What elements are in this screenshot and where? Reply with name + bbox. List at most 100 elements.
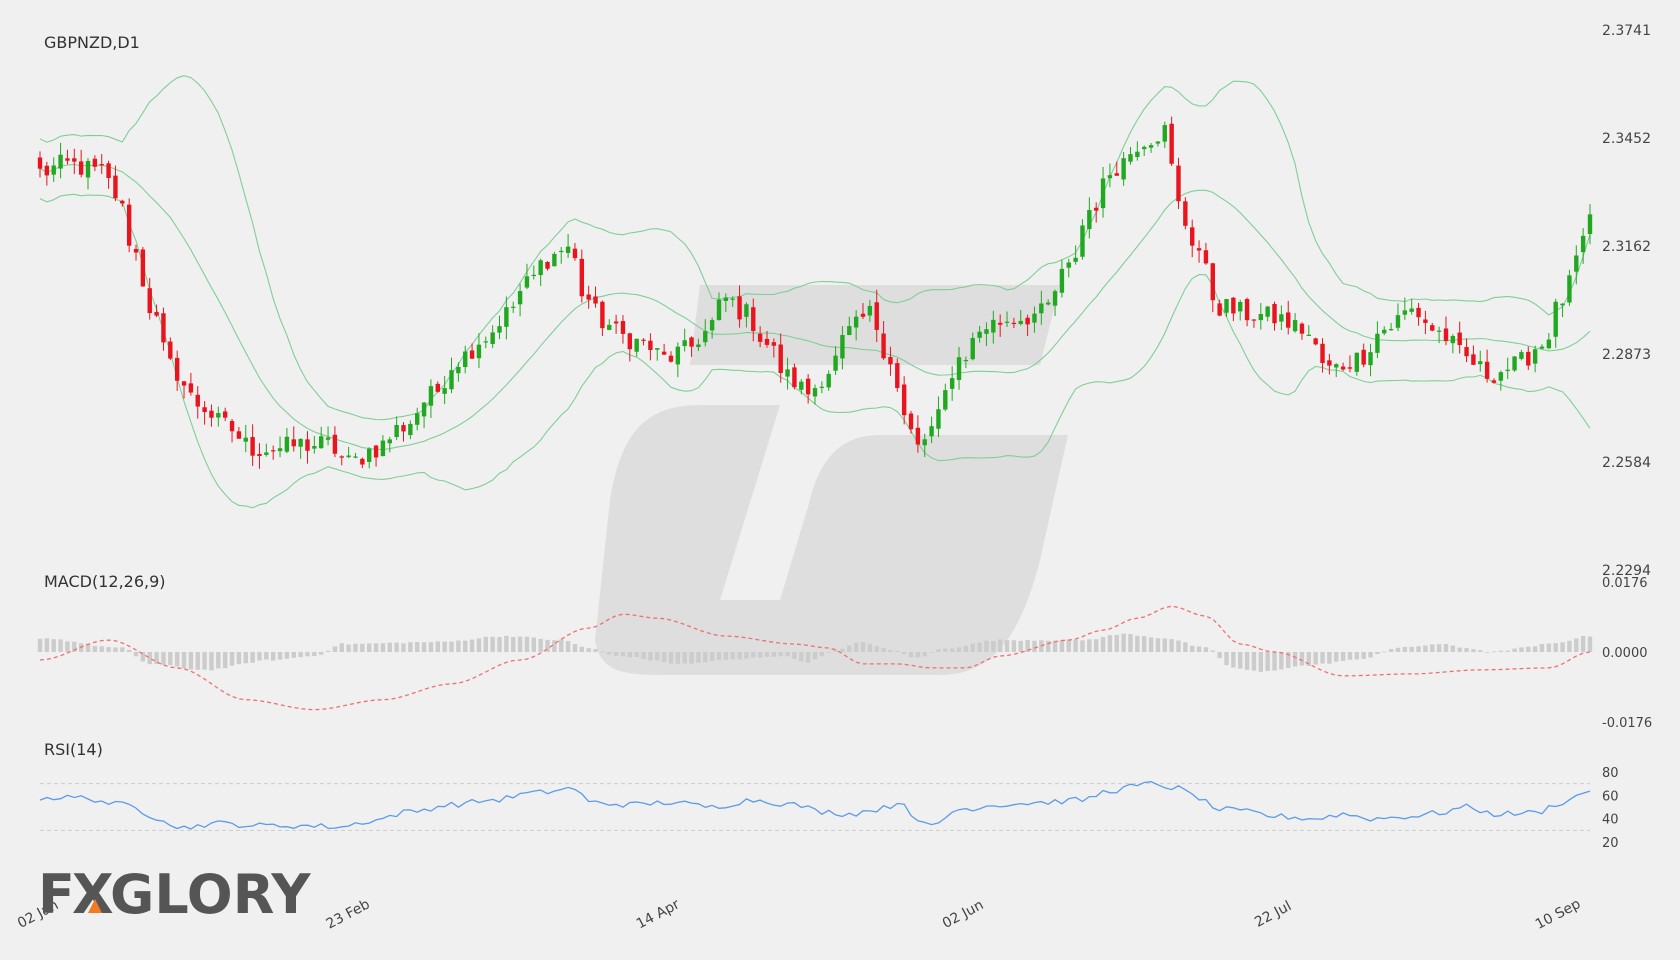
- candle: [202, 401, 207, 425]
- candle-body: [1382, 329, 1387, 334]
- candle: [250, 424, 255, 467]
- candle-body: [627, 333, 633, 350]
- candle: [799, 379, 804, 395]
- candle: [682, 328, 687, 352]
- candle: [1244, 297, 1250, 327]
- macd-histogram-bar: [524, 636, 530, 652]
- candle-body: [1148, 145, 1154, 148]
- candle: [1059, 259, 1065, 298]
- macd-histogram-bar: [408, 642, 413, 652]
- candle-body: [600, 301, 605, 329]
- macd-y-tick-label: -0.0176: [1602, 716, 1652, 731]
- candle: [1114, 161, 1119, 176]
- candle-body: [1416, 307, 1421, 318]
- macd-histogram-bar: [1148, 637, 1154, 652]
- candle-body: [799, 381, 804, 390]
- candle: [188, 372, 194, 396]
- macd-histogram-bar: [367, 643, 372, 652]
- candle-body: [421, 402, 427, 417]
- candle: [346, 446, 351, 459]
- candle: [449, 357, 454, 394]
- candle-body: [1155, 141, 1161, 144]
- candle-body: [305, 439, 310, 451]
- macd-histogram-bar: [394, 642, 399, 652]
- candle-body: [1258, 314, 1263, 321]
- macd-histogram-bar: [497, 637, 502, 652]
- macd-histogram-bar: [312, 652, 317, 656]
- candle: [442, 376, 447, 405]
- macd-histogram-bar: [586, 648, 591, 652]
- macd-histogram-bar: [1409, 646, 1414, 652]
- macd-histogram-bar: [730, 652, 735, 660]
- candle-body: [778, 344, 783, 373]
- candle: [1423, 310, 1428, 335]
- candle-body: [456, 366, 461, 374]
- candle: [524, 263, 530, 290]
- candle-body: [1135, 151, 1140, 158]
- price-y-tick-label: 2.3741: [1602, 23, 1651, 39]
- macd-histogram-bar: [675, 652, 681, 664]
- macd-histogram-bar: [881, 648, 886, 652]
- candle-body: [1361, 349, 1366, 365]
- macd-y-tick-label: 0.0000: [1602, 646, 1648, 661]
- candle-body: [394, 424, 399, 438]
- macd-histogram-bar: [805, 652, 811, 663]
- macd-histogram-bar: [1505, 650, 1510, 652]
- macd-histogram-bar: [188, 652, 194, 670]
- candle-body: [1409, 308, 1414, 312]
- macd-histogram-bar: [469, 639, 475, 652]
- candle-body: [1073, 257, 1078, 262]
- macd-histogram-bar: [1375, 652, 1380, 655]
- macd-histogram-bar: [92, 646, 98, 652]
- candle-body: [1587, 214, 1593, 235]
- x-tick-label: 14 Apr: [634, 896, 683, 932]
- macd-histogram-bar: [977, 642, 982, 652]
- candle-body: [1114, 173, 1119, 176]
- candle: [634, 338, 639, 357]
- candle-body: [126, 204, 132, 246]
- candle: [1121, 152, 1126, 186]
- candle-body: [1436, 330, 1442, 332]
- candle: [1251, 319, 1257, 328]
- macd-histogram-bar: [1498, 650, 1504, 652]
- macd-histogram-bar: [257, 652, 262, 661]
- candle: [1395, 303, 1401, 332]
- candle-body: [490, 332, 495, 344]
- candle-body: [689, 337, 694, 347]
- macd-histogram-bar: [195, 652, 200, 670]
- candle-body: [312, 446, 317, 449]
- candle: [113, 165, 118, 202]
- candle: [792, 363, 797, 390]
- candle-body: [1512, 356, 1517, 371]
- macd-histogram-bar: [812, 652, 818, 660]
- candle-body: [559, 250, 564, 253]
- candle-body: [840, 335, 845, 359]
- candle-body: [922, 439, 927, 446]
- candle: [421, 402, 427, 429]
- candle-body: [99, 164, 104, 166]
- candle-body: [1299, 323, 1305, 334]
- candle: [92, 155, 98, 171]
- macd-histogram-bar: [620, 652, 626, 657]
- macd-histogram-bar: [1464, 648, 1469, 652]
- macd-histogram-bar: [1484, 651, 1490, 653]
- candle-body: [648, 340, 653, 350]
- price-y-axis: 2.37412.34522.31622.28732.25842.2294: [1602, 23, 1651, 579]
- macd-histogram-bar: [1183, 642, 1188, 652]
- macd-histogram-bar: [1491, 651, 1497, 653]
- candle: [284, 428, 290, 454]
- candle: [264, 443, 269, 457]
- candle: [936, 396, 941, 438]
- macd-histogram-bar: [1478, 650, 1483, 652]
- candle: [552, 251, 557, 267]
- candle-body: [1100, 178, 1106, 209]
- candle-body: [586, 294, 591, 300]
- macd-histogram-bar: [1416, 646, 1421, 652]
- candle-body: [1423, 319, 1428, 323]
- candle: [819, 381, 825, 394]
- candle: [648, 333, 653, 361]
- candle-body: [1491, 380, 1497, 383]
- candle: [1238, 299, 1243, 321]
- candle-body: [634, 338, 639, 352]
- candle-body: [1011, 322, 1017, 325]
